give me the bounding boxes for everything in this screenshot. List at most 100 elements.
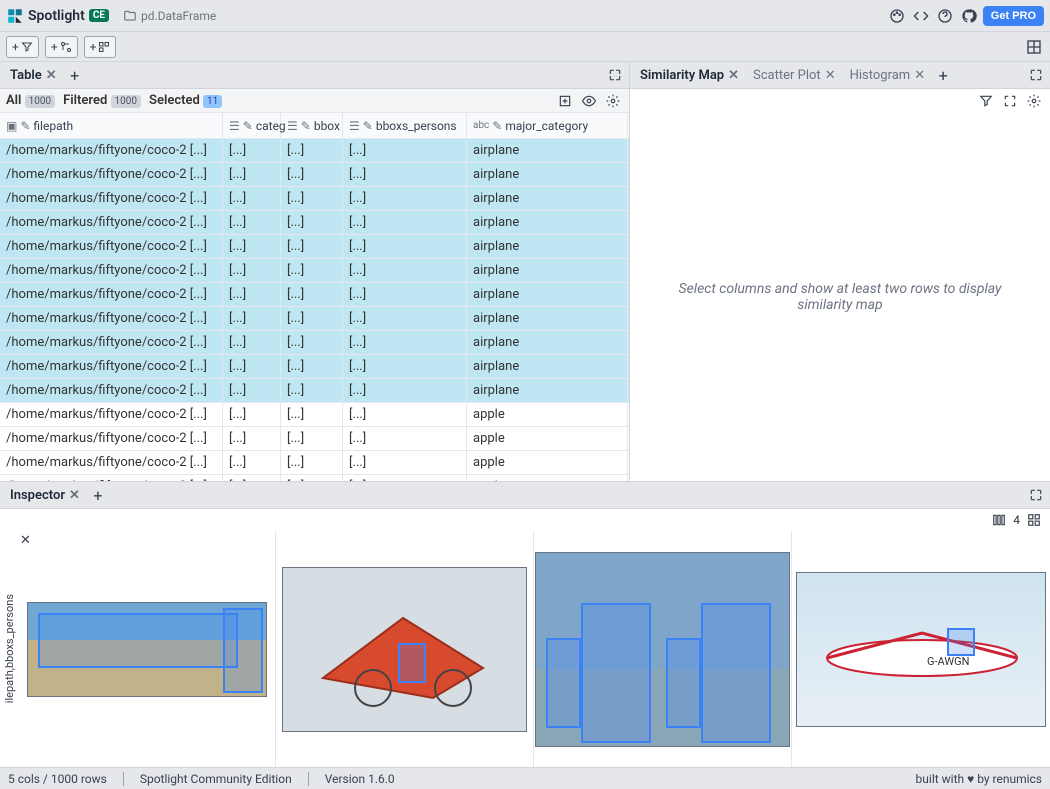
cell-bbox: [...]	[281, 475, 343, 481]
gear-icon[interactable]	[1024, 91, 1044, 111]
inspector-image-1[interactable]: ✕	[18, 531, 276, 767]
inspector-image-2[interactable]	[276, 531, 534, 767]
table-row[interactable]: /home/markus/fiftyone/coco-2 [...][...][…	[0, 283, 629, 307]
add-tab-button[interactable]: +	[88, 485, 108, 505]
palette-icon[interactable]	[887, 6, 907, 26]
tab-histogram[interactable]: Histogram✕	[844, 65, 932, 86]
cell-major: airplane	[467, 139, 628, 162]
close-icon[interactable]: ✕	[69, 488, 80, 503]
gear-icon[interactable]	[603, 91, 623, 111]
add-tab-button[interactable]: +	[65, 65, 85, 85]
cell-filepath: /home/markus/fiftyone/coco-2 [...]	[0, 187, 223, 210]
pencil-icon: ✎	[492, 119, 502, 133]
close-icon[interactable]: ✕	[914, 68, 925, 83]
cell-persons: [...]	[343, 283, 467, 306]
tab-inspector[interactable]: Inspector✕	[4, 485, 86, 506]
inspector-image-3[interactable]	[534, 531, 792, 767]
code-icon[interactable]	[911, 6, 931, 26]
table-row[interactable]: /home/markus/fiftyone/coco-2 [...][...][…	[0, 307, 629, 331]
cell-major: airplane	[467, 331, 628, 354]
table-row[interactable]: /home/markus/fiftyone/coco-2 [...][...][…	[0, 403, 629, 427]
table-row[interactable]: /home/markus/fiftyone/coco-2 [...][...][…	[0, 355, 629, 379]
help-icon[interactable]	[935, 6, 955, 26]
add-filter-button[interactable]: +	[6, 36, 39, 58]
table-row[interactable]: /home/markus/fiftyone/coco-2 [...] [...][…	[0, 451, 629, 475]
cell-filepath: /home/markus/fiftyone/coco-2 [...]	[0, 427, 223, 450]
close-icon[interactable]: ✕	[728, 68, 739, 83]
grid-icon[interactable]	[1024, 510, 1044, 530]
right-tab-bar: Similarity Map✕ Scatter Plot✕ Histogram✕…	[630, 62, 1050, 89]
table-row[interactable]: /home/markus/fiftyone/coco-2 [...][...][…	[0, 379, 629, 403]
main-panels: Table ✕ + All 1000 Filtered 1000 Selecte…	[0, 62, 1050, 482]
inspector-tab-bar: Inspector✕ +	[0, 482, 1050, 509]
cell-bbox: [...]	[281, 451, 343, 474]
filter-selected[interactable]: Selected 11	[149, 93, 222, 108]
breadcrumb: pd.DataFrame	[123, 9, 881, 23]
col-header-major[interactable]: abc✎major_category	[467, 113, 628, 138]
tab-scatter-plot[interactable]: Scatter Plot✕	[747, 65, 842, 86]
cell-bbox: [...]	[281, 259, 343, 282]
cell-filepath: /home/markus/fiftyone/coco-2 [...]	[0, 475, 223, 481]
expand-icon[interactable]	[1026, 65, 1046, 85]
cell-bbox: [...]	[281, 427, 343, 450]
left-tab-bar: Table ✕ +	[0, 62, 629, 89]
cell-bbox: [...]	[281, 307, 343, 330]
cell-filepath: /home/markus/fiftyone/coco-2 [...]	[0, 355, 223, 378]
cell-filepath: /home/markus/fiftyone/coco-2 [...]	[0, 307, 223, 330]
table-row[interactable]: /home/markus/fiftyone/coco-2 [...][...][…	[0, 187, 629, 211]
fit-icon[interactable]	[1000, 91, 1020, 111]
table-row[interactable]: /home/markus/fiftyone/coco-2 [...][...][…	[0, 235, 629, 259]
table-body[interactable]: /home/markus/fiftyone/coco-2 [...][...][…	[0, 139, 629, 481]
columns-icon[interactable]	[989, 510, 1009, 530]
inspector-body: ilepath,bboxs_persons ✕ G-AWGN	[0, 531, 1050, 767]
expand-icon[interactable]	[605, 65, 625, 85]
pencil-icon: ✎	[20, 119, 30, 133]
cell-persons: [...]	[343, 403, 467, 426]
table-row[interactable]: /home/markus/fiftyone/coco-2 [...][...][…	[0, 163, 629, 187]
cell-filepath: /home/markus/fiftyone/coco-2 [...]	[0, 403, 223, 426]
table-row[interactable]: /home/markus/fiftyone/coco-2 [...][...][…	[0, 259, 629, 283]
col-header-persons[interactable]: ☰✎bboxs_persons	[343, 113, 467, 138]
table-row[interactable]: /home/markus/fiftyone/coco-2 [...][...][…	[0, 331, 629, 355]
app-name: Spotlight	[28, 8, 85, 24]
cell-filepath: /home/markus/fiftyone/coco-2 [...]	[0, 211, 223, 234]
add-tab-button[interactable]: +	[933, 65, 953, 85]
cell-filepath: /home/markus/fiftyone/coco-2 [...]	[0, 235, 223, 258]
add-tag-button[interactable]: +	[45, 36, 78, 58]
cell-filepath: /home/markus/fiftyone/coco-2 [...]	[0, 331, 223, 354]
image-icon: ▣	[6, 119, 17, 133]
get-pro-button[interactable]: Get PRO	[983, 6, 1044, 26]
eye-icon[interactable]	[579, 91, 599, 111]
table-row[interactable]: /home/markus/fiftyone/coco-2 [...][...][…	[0, 427, 629, 451]
close-icon[interactable]: ✕	[46, 68, 57, 83]
col-header-categ[interactable]: ☰✎categ	[223, 113, 281, 138]
add-analysis-button[interactable]: +	[84, 36, 117, 58]
inspector-image-4[interactable]: G-AWGN	[792, 531, 1050, 767]
filter-filtered[interactable]: Filtered 1000	[63, 93, 141, 108]
cell-persons: [...]	[343, 451, 467, 474]
tab-table[interactable]: Table ✕	[4, 65, 63, 86]
layout-icon[interactable]	[1024, 37, 1044, 57]
cell-major: airplane	[467, 283, 628, 306]
col-header-bbox[interactable]: ☰✎bbox	[281, 113, 343, 138]
table-row[interactable]: /home/markus/fiftyone/coco-2 [...][...][…	[0, 139, 629, 163]
cell-filepath: /home/markus/fiftyone/coco-2 [...]	[0, 451, 223, 474]
col-header-filepath[interactable]: ▣✎filepath	[0, 113, 223, 138]
expand-icon[interactable]	[1026, 485, 1046, 505]
tab-label: Table	[10, 68, 42, 83]
cell-major: airplane	[467, 355, 628, 378]
filter-all[interactable]: All 1000	[6, 93, 55, 108]
table-row[interactable]: /home/markus/fiftyone/coco-2 [...][...][…	[0, 475, 629, 481]
cell-categ: [...]	[223, 475, 281, 481]
close-icon[interactable]: ✕	[20, 533, 31, 548]
tab-similarity-map[interactable]: Similarity Map✕	[634, 65, 745, 86]
filter-icon[interactable]	[976, 91, 996, 111]
cell-bbox: [...]	[281, 235, 343, 258]
similarity-panel: Similarity Map✕ Scatter Plot✕ Histogram✕…	[630, 62, 1050, 481]
add-column-icon[interactable]	[555, 91, 575, 111]
table-row[interactable]: /home/markus/fiftyone/coco-2 [...][...][…	[0, 211, 629, 235]
github-icon[interactable]	[959, 6, 979, 26]
close-icon[interactable]: ✕	[825, 68, 836, 83]
simmap-toolbar	[630, 89, 1050, 113]
cell-persons: [...]	[343, 139, 467, 162]
